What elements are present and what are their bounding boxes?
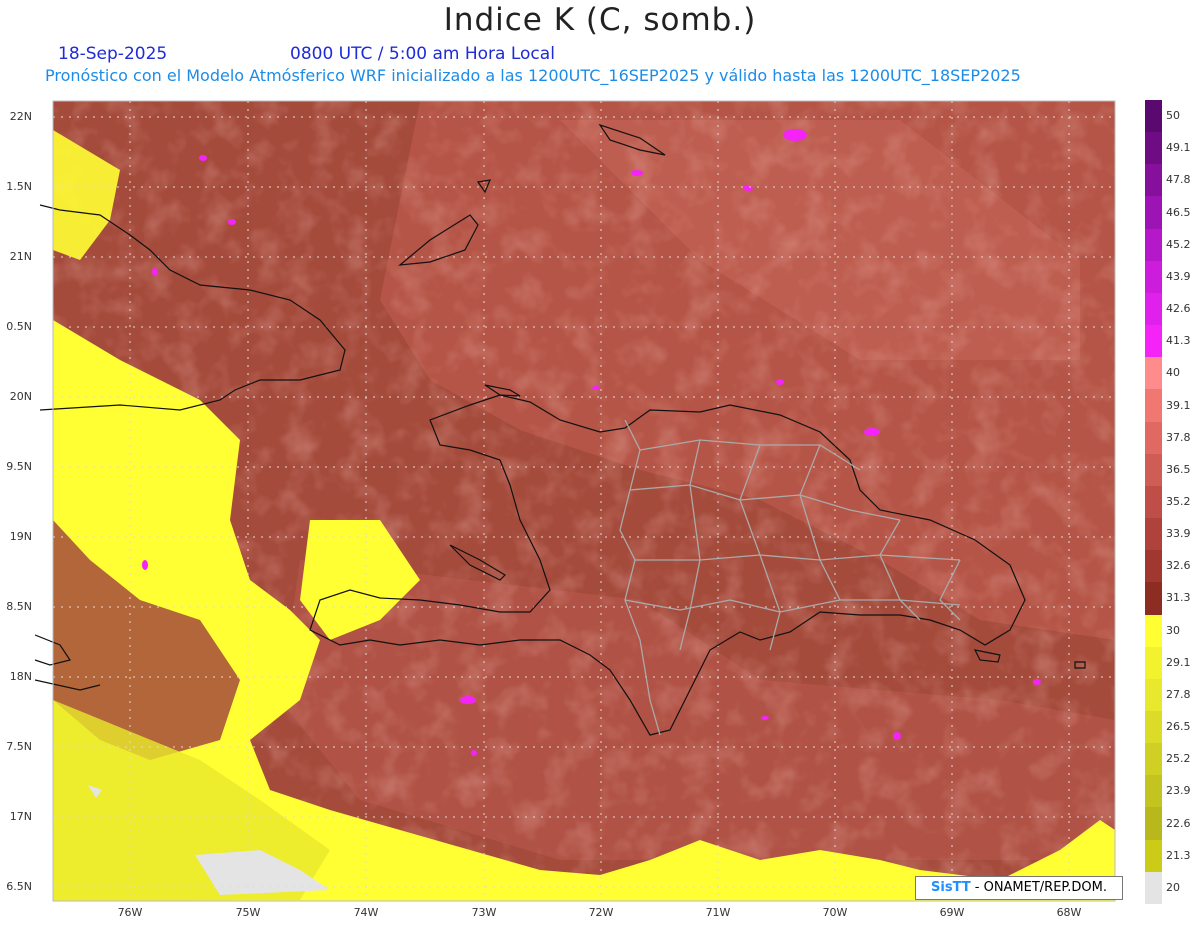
colorbar-swatch <box>1145 421 1162 454</box>
lat-label: 20N <box>9 390 32 403</box>
colorbar-swatch <box>1145 807 1162 840</box>
lat-label: 22N <box>9 110 32 123</box>
lon-label: 74W <box>353 906 379 919</box>
colorbar-label: 45.2 <box>1166 237 1191 251</box>
colorbar-swatch <box>1145 550 1162 583</box>
colorbar-swatch <box>1145 646 1162 679</box>
colorbar-swatch <box>1145 678 1162 711</box>
colorbar-label: 20 <box>1166 880 1180 894</box>
colorbar-label: 33.9 <box>1166 527 1191 541</box>
colorbar-swatch <box>1145 100 1162 133</box>
colorbar-label: 40 <box>1166 366 1180 380</box>
colorbar-label: 22.6 <box>1166 816 1191 830</box>
lon-label: 76W <box>117 906 143 919</box>
lon-label: 75W <box>235 906 261 919</box>
colorbar-label: 23.9 <box>1166 784 1191 798</box>
colorbar-swatch <box>1145 710 1162 744</box>
colorbar-label: 27.8 <box>1166 687 1191 701</box>
lat-label: 17N <box>9 810 32 823</box>
credit-box: SisTT - ONAMET/REP.DOM. <box>915 876 1123 900</box>
k-index-map <box>34 100 1116 902</box>
colorbar-label: 42.6 <box>1166 302 1191 316</box>
lon-label: 72W <box>588 906 614 919</box>
colorbar-label: 41.3 <box>1166 334 1191 348</box>
credit-text: - ONAMET/REP.DOM. <box>970 880 1107 895</box>
colorbar-label: 37.8 <box>1166 430 1191 444</box>
colorbar-swatch <box>1145 196 1162 229</box>
colorbar-label: 35.2 <box>1166 495 1191 508</box>
colorbar-label: 43.9 <box>1166 269 1191 283</box>
colorbar-label: 26.5 <box>1166 720 1191 734</box>
colorbar-swatch <box>1145 357 1162 390</box>
lat-label: 18N <box>9 670 32 683</box>
colorbar-label: 21.3 <box>1166 848 1191 862</box>
colorbar-swatch <box>1145 871 1162 904</box>
lat-label: 9.5N <box>6 460 32 473</box>
colorbar-swatch <box>1145 164 1162 197</box>
lon-label: 71W <box>705 906 731 919</box>
lat-label: 6.5N <box>6 880 32 893</box>
colorbar-label: 36.5 <box>1166 462 1191 476</box>
lon-label: 73W <box>471 906 497 919</box>
colorbar-swatch <box>1145 228 1162 261</box>
colorbar-swatch <box>1145 292 1162 326</box>
colorbar-swatch <box>1145 325 1162 358</box>
lon-label: 69W <box>939 906 965 919</box>
lat-label: 19N <box>9 530 32 543</box>
colorbar-label: 50 <box>1166 109 1180 123</box>
colorbar-swatch <box>1145 132 1162 165</box>
lat-label: 7.5N <box>6 740 32 753</box>
colorbar-swatch <box>1145 614 1162 647</box>
colorbar-label: 30 <box>1166 623 1180 637</box>
colorbar-label: 25.2 <box>1166 752 1191 766</box>
lat-label: 0.5N <box>6 320 32 333</box>
colorbar <box>1145 100 1162 904</box>
brand-logo: SisTT <box>931 880 971 895</box>
colorbar-label: 49.1 <box>1166 141 1191 155</box>
colorbar-swatch <box>1145 743 1162 776</box>
lon-label: 70W <box>822 906 848 919</box>
colorbar-label: 46.5 <box>1166 205 1191 219</box>
colorbar-swatch <box>1145 839 1162 872</box>
colorbar-label: 31.3 <box>1166 591 1191 605</box>
colorbar-label: 29.1 <box>1166 655 1191 669</box>
lat-label: 21N <box>9 250 32 263</box>
colorbar-swatch <box>1145 485 1162 519</box>
colorbar-label: 39.1 <box>1166 398 1191 412</box>
lat-label: 1.5N <box>6 180 32 193</box>
lon-label: 68W <box>1056 906 1082 919</box>
colorbar-swatch <box>1145 389 1162 422</box>
colorbar-swatch <box>1145 260 1162 293</box>
colorbar-label: 32.6 <box>1166 559 1191 573</box>
colorbar-label: 47.8 <box>1166 173 1191 187</box>
colorbar-swatch <box>1145 518 1162 551</box>
colorbar-swatch <box>1145 582 1162 615</box>
colorbar-swatch <box>1145 453 1162 486</box>
lat-label: 8.5N <box>6 600 32 613</box>
colorbar-swatch <box>1145 775 1162 808</box>
